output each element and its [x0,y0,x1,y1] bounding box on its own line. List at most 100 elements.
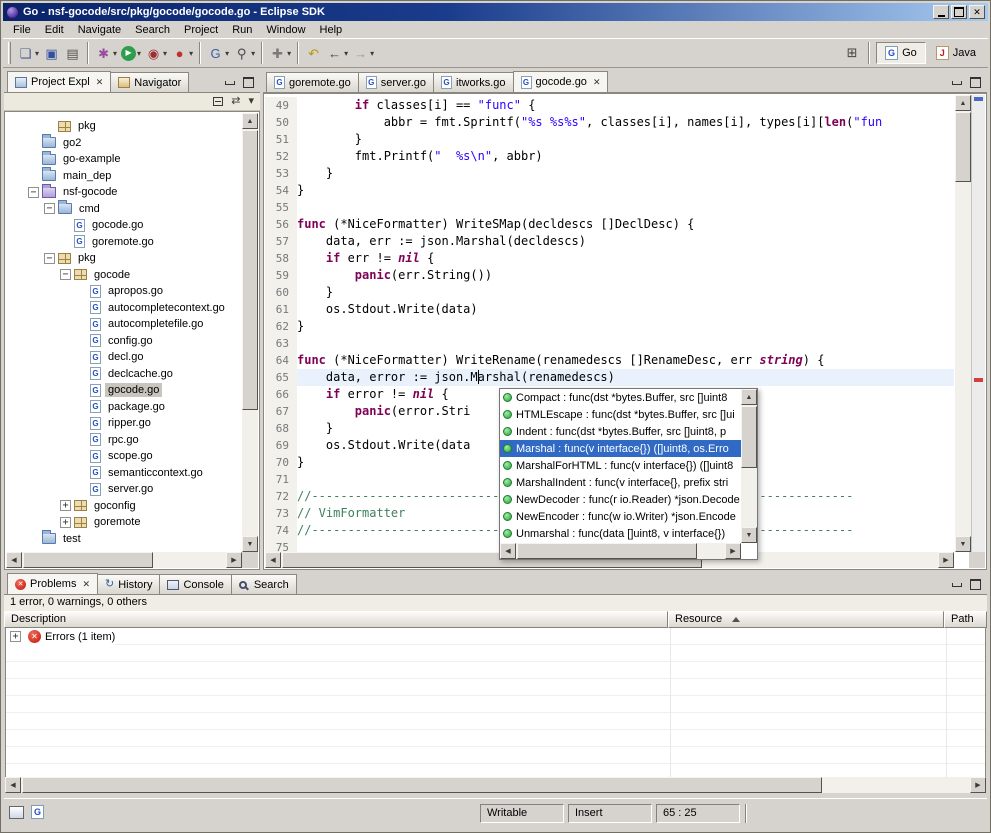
autocomplete-item[interactable]: Indent : func(dst *bytes.Buffer, src []u… [500,423,741,440]
tree-item[interactable]: package.go [6,399,242,416]
tree-item[interactable]: gocode.go [6,217,242,234]
scrollbar-thumb[interactable] [517,543,697,559]
run-last-launched-button[interactable]: ◉▾ [143,42,169,64]
dropdown-arrow-icon[interactable]: ▾ [251,49,255,58]
dropdown-arrow-icon[interactable]: ▾ [344,49,348,58]
maximize-view-button[interactable] [968,578,983,591]
autocomplete-item[interactable]: MarshalIndent : func(v interface{}, pref… [500,474,741,491]
close-tab-icon[interactable]: ✕ [96,77,104,88]
menu-item-navigate[interactable]: Navigate [71,22,128,38]
minimize-view-button[interactable] [222,76,237,89]
autocomplete-item[interactable]: Unmarshal : func(data []uint8, v interfa… [500,525,741,542]
menu-item-window[interactable]: Window [259,22,312,38]
view-menu-button[interactable]: ▾ [248,96,254,107]
editor-vertical-scrollbar[interactable]: ▲ ▼ [955,95,971,552]
menu-item-project[interactable]: Project [177,22,225,38]
problems-horizontal-scrollbar[interactable]: ◀ ▶ [5,777,986,793]
minimize-button[interactable] [933,5,949,19]
view-tab-history[interactable]: History [97,574,160,594]
expand-icon[interactable]: + [60,500,71,511]
maximize-editor-button[interactable] [968,76,983,89]
scrollbar-thumb[interactable] [23,552,153,568]
tree-item[interactable]: decl.go [6,349,242,366]
autocomplete-item[interactable]: Marshal : func(v interface{}) ([]uint8, … [500,440,741,457]
dropdown-arrow-icon[interactable]: ▾ [189,49,193,58]
scroll-right-icon[interactable]: ▶ [226,552,242,568]
minimize-editor-button[interactable] [949,76,964,89]
tree-item[interactable]: −cmd [6,201,242,218]
problems-row[interactable]: +Errors (1 item) [6,628,115,645]
perspective-go-button[interactable]: G Go [876,42,926,64]
tree-item[interactable]: −pkg [6,250,242,267]
editor-tab-server-go[interactable]: server.go [358,72,434,92]
tree-item[interactable]: test [6,531,242,548]
scroll-up-icon[interactable]: ▲ [955,95,971,111]
explorer-tab-navigator[interactable]: Navigator [110,72,189,92]
scroll-right-icon[interactable]: ▶ [970,777,986,793]
run-button[interactable]: ▶▾ [119,42,143,64]
tree-item[interactable]: +goconfig [6,498,242,515]
dropdown-arrow-icon[interactable]: ▾ [287,49,291,58]
editor-tab-goremote-go[interactable]: goremote.go [266,72,359,92]
explorer-horizontal-scrollbar[interactable]: ◀ ▶ [6,552,242,568]
profile-button[interactable]: ●▾ [169,42,195,64]
scroll-left-icon[interactable]: ◀ [5,777,21,793]
save-button[interactable]: ▣ [41,42,62,64]
dropdown-arrow-icon[interactable]: ▾ [370,49,374,58]
tree-item[interactable]: server.go [6,481,242,498]
collapse-icon[interactable]: − [44,203,55,214]
perspective-java-button[interactable]: J Java [928,42,984,64]
error-marker[interactable] [974,378,983,382]
collapse-icon[interactable]: − [44,253,55,264]
tree-item[interactable]: main_dep [6,168,242,185]
dropdown-arrow-icon[interactable]: ▾ [113,49,117,58]
print-button[interactable]: ▤ [62,42,83,64]
dropdown-arrow-icon[interactable]: ▾ [137,49,141,58]
view-tab-search[interactable]: Search [231,574,297,594]
popup-vertical-scrollbar[interactable]: ▲ ▼ [741,389,757,543]
external-tools-button[interactable]: ✱▾ [93,42,119,64]
tree-item[interactable]: go-example [6,151,242,168]
open-perspective-button[interactable]: ⊞ [842,43,862,63]
column-header-path[interactable]: Path [944,611,987,628]
view-tab-problems[interactable]: Problems✕ [7,573,98,594]
back-button[interactable]: ←▾ [324,42,350,64]
collapse-icon[interactable]: − [28,187,39,198]
autocomplete-item[interactable]: MarshalForHTML : func(v interface{}) ([]… [500,457,741,474]
toolbar-drag-handle[interactable] [8,42,11,64]
fast-view-icon[interactable] [9,806,24,819]
scrollbar-thumb[interactable] [955,112,971,182]
tree-item[interactable]: gocode.go [6,382,242,399]
tree-item[interactable]: go2 [6,135,242,152]
maximize-button[interactable] [951,5,967,19]
explorer-tab-project-expl[interactable]: Project Expl✕ [7,71,111,92]
dropdown-arrow-icon[interactable]: ▾ [225,49,229,58]
scroll-up-icon[interactable]: ▲ [741,389,757,405]
last-edit-location-button[interactable]: ↶ [303,42,324,64]
scrollbar-thumb[interactable] [22,777,822,793]
autocomplete-item[interactable]: NewDecoder : func(r io.Reader) *json.Dec… [500,491,741,508]
scroll-left-icon[interactable]: ◀ [265,552,281,568]
expand-icon[interactable]: + [60,517,71,528]
column-header-resource[interactable]: Resource [668,611,944,628]
tree-item[interactable]: rpc.go [6,432,242,449]
scroll-down-icon[interactable]: ▼ [242,536,258,552]
tree-item[interactable]: pkg [6,118,242,135]
tree-item[interactable]: −gocode [6,267,242,284]
new-java-element-button[interactable]: ✚▾ [267,42,293,64]
expand-icon[interactable]: + [10,631,21,642]
minimize-view-button[interactable] [949,578,964,591]
autocomplete-item[interactable]: HTMLEscape : func(dst *bytes.Buffer, src… [500,406,741,423]
editor-tab-itworks-go[interactable]: itworks.go [433,72,514,92]
collapse-all-button[interactable] [213,97,223,106]
close-button[interactable] [969,5,985,19]
menu-item-help[interactable]: Help [313,22,350,38]
tree-item[interactable]: autocompletefile.go [6,316,242,333]
search-button[interactable]: ⚲▾ [231,42,257,64]
new-wizard-button[interactable]: ❏▾ [15,42,41,64]
scroll-down-icon[interactable]: ▼ [955,536,971,552]
scrollbar-thumb[interactable] [741,406,757,468]
tree-item[interactable]: apropos.go [6,283,242,300]
go-build-button[interactable]: G▾ [205,42,231,64]
scroll-right-icon[interactable]: ▶ [725,543,741,559]
